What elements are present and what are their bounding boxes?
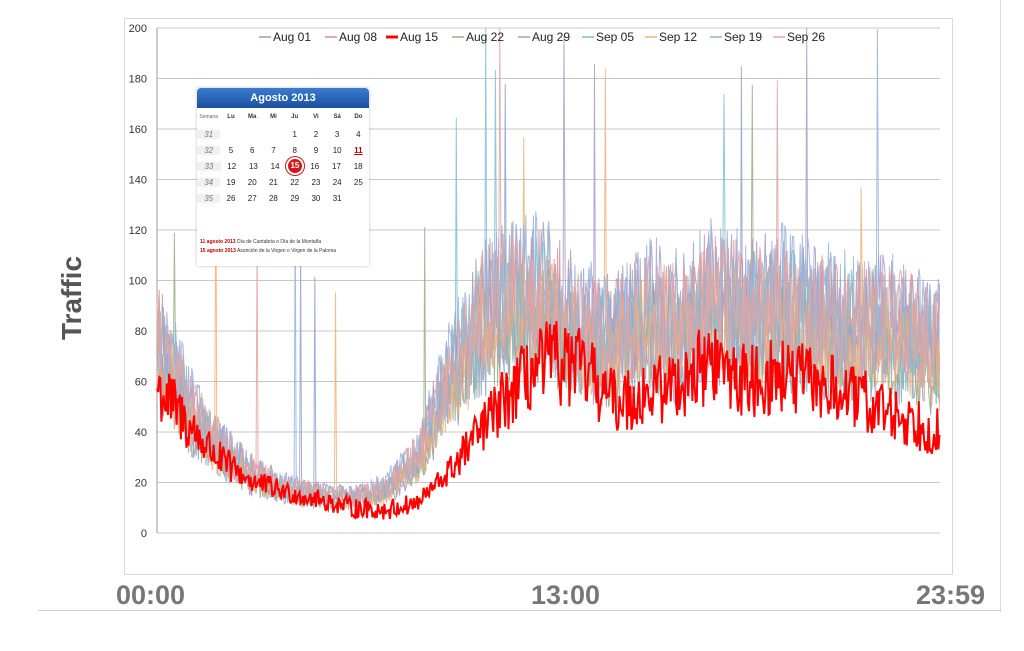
calendar-day: 28 bbox=[268, 193, 278, 203]
legend-label: Aug 08 bbox=[339, 30, 377, 44]
y-tick-label: 40 bbox=[135, 427, 147, 439]
calendar-week-number: 35 bbox=[197, 193, 221, 203]
calendar-day: 22 bbox=[290, 177, 300, 187]
calendar-day: 17 bbox=[332, 161, 341, 171]
calendar-note-text: Día de Cantabria o Día de la Montaña bbox=[235, 239, 322, 245]
calendar-day: 12 bbox=[227, 161, 237, 171]
y-tick-label: 120 bbox=[129, 225, 147, 237]
calendar-weekday-header: Vi bbox=[313, 114, 319, 120]
calendar-week-number: 34 bbox=[197, 177, 221, 187]
calendar-day: 1 bbox=[292, 129, 297, 139]
calendar-weekday-header: Ju bbox=[291, 114, 299, 120]
y-tick-label: 0 bbox=[141, 528, 147, 540]
calendar-day: 6 bbox=[249, 145, 255, 155]
calendar-inset: Agosto 2013 Semana Lu Ma Mi Ju Vi Sá Do 31 1 2 3 4 3… bbox=[197, 88, 369, 266]
y-tick-label: 60 bbox=[135, 377, 147, 389]
y-tick-label: 200 bbox=[129, 23, 147, 35]
calendar-day: 14 bbox=[270, 161, 280, 171]
legend-label: Sep 26 bbox=[787, 30, 825, 44]
calendar-title: Agosto 2013 bbox=[197, 88, 369, 108]
x-tick-label: 23:59 bbox=[916, 580, 986, 610]
legend-label: Sep 12 bbox=[659, 30, 697, 44]
legend: Aug 01 Aug 08 Aug 15 Aug 22 Aug 29 Sep 05 Sep … bbox=[259, 30, 825, 44]
calendar-day: 31 bbox=[332, 193, 342, 203]
calendar-day: 11 bbox=[354, 145, 363, 155]
calendar-note-date: 11 agosto 2013 bbox=[200, 239, 236, 245]
calendar-day: 16 bbox=[310, 161, 320, 171]
calendar-weekday-header: Semana bbox=[199, 114, 218, 120]
calendar-day: 25 bbox=[353, 177, 363, 187]
calendar-day: 24 bbox=[332, 177, 342, 187]
calendar-day: 15 bbox=[287, 159, 302, 173]
calendar-note: 15 agosto 2013 Asunción de la Virgen o V… bbox=[200, 247, 336, 256]
calendar-day: 18 bbox=[353, 161, 363, 171]
x-tick-label: 00:00 bbox=[116, 580, 186, 610]
calendar-weekday-header: Mi bbox=[270, 114, 277, 120]
calendar-day: 7 bbox=[271, 145, 276, 155]
calendar-day: 21 bbox=[268, 177, 278, 187]
calendar-weekday-header: Sá bbox=[333, 114, 341, 120]
calendar-day: 5 bbox=[228, 145, 234, 155]
calendar-note-text: Asunción de la Virgen o Virgen de la Pal… bbox=[235, 248, 337, 254]
calendar-week-number: 32 bbox=[197, 145, 221, 155]
y-tick-label: 100 bbox=[129, 276, 147, 288]
y-tick-labels: 0 20 40 60 80 100 120 140 160 180 200 bbox=[129, 23, 147, 540]
calendar-day: 13 bbox=[248, 161, 258, 171]
calendar-week-row: 35 26 27 28 29 30 31 bbox=[197, 190, 369, 206]
calendar-note-date: 15 agosto 2013 bbox=[200, 248, 236, 254]
calendar-note: 11 agosto 2013 Día de Cantabria o Día de… bbox=[200, 238, 336, 247]
legend-label: Aug 29 bbox=[532, 30, 570, 44]
calendar-day: 10 bbox=[332, 145, 342, 155]
calendar-weekday-header: Do bbox=[354, 114, 363, 120]
legend-label: Sep 19 bbox=[724, 30, 762, 44]
y-tick-label: 160 bbox=[129, 124, 147, 136]
calendar-week-row: 31 1 2 3 4 bbox=[197, 126, 369, 142]
calendar-day: 30 bbox=[311, 193, 321, 203]
y-tick-label: 20 bbox=[135, 478, 147, 490]
calendar-day: 9 bbox=[313, 145, 319, 155]
calendar-day: 3 bbox=[334, 129, 340, 139]
calendar-weekday-headers: Semana Lu Ma Mi Ju Vi Sá Do bbox=[197, 108, 369, 126]
calendar-day: 27 bbox=[247, 193, 257, 203]
legend-label: Aug 15 bbox=[400, 30, 438, 44]
calendar-day: 20 bbox=[247, 177, 257, 187]
calendar-week-number: 31 bbox=[197, 129, 221, 139]
y-tick-label: 80 bbox=[135, 326, 147, 338]
calendar-day: 2 bbox=[313, 129, 319, 139]
legend-label: Aug 01 bbox=[273, 30, 311, 44]
calendar-notes: 11 agosto 2013 Día de Cantabria o Día de… bbox=[197, 238, 336, 256]
y-tick-label: 180 bbox=[129, 74, 147, 86]
calendar-week-number: 33 bbox=[197, 161, 221, 171]
calendar-day: 26 bbox=[226, 193, 236, 203]
legend-label: Sep 05 bbox=[596, 30, 634, 44]
calendar-day: 29 bbox=[290, 193, 300, 203]
y-tick-label: 140 bbox=[129, 175, 147, 187]
calendar-weekday-header: Ma bbox=[248, 114, 257, 120]
x-tick-label: 13:00 bbox=[531, 580, 601, 610]
calendar-day: 19 bbox=[226, 177, 236, 187]
traffic-line-chart: 020406080100120140160180200 Aug 01 Aug 08… bbox=[129, 23, 941, 540]
calendar-week-row: 32 5 6 7 8 9 10 11 bbox=[197, 142, 369, 158]
calendar-weekday-header: Lu bbox=[227, 114, 235, 120]
calendar-week-row: 34 19 20 21 22 23 24 25 bbox=[197, 174, 369, 190]
calendar-day: 8 bbox=[292, 145, 297, 155]
calendar-day: 4 bbox=[356, 129, 361, 139]
calendar-week-row: 33 12 13 14 15 16 17 18 bbox=[197, 158, 369, 174]
legend-label: Aug 22 bbox=[466, 30, 504, 44]
calendar-day: 23 bbox=[311, 177, 321, 187]
calendar-weeks: 31 1 2 3 4 32 5 6 7 8 9 10 11 33 12 13 14 15 16 17 18 34 19 20 2… bbox=[197, 126, 369, 206]
